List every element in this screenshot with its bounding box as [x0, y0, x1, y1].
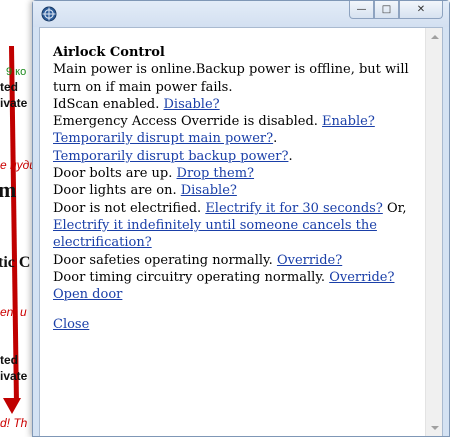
open-door-row: Open door	[53, 286, 417, 303]
safeties-row: Door safeties operating normally. Overri…	[53, 252, 417, 269]
safeties-text: Door safeties operating normally.	[53, 252, 277, 268]
electrify-row: Door is not electrified. Electrify it fo…	[53, 200, 417, 252]
bg-text-green: 9 ко	[6, 66, 27, 78]
bg-text-mid: tic C	[0, 254, 31, 271]
drop-bolts-link[interactable]: Drop them?	[177, 166, 255, 181]
bg-text-red3: d! Th	[0, 416, 28, 430]
scroll-up-button[interactable]	[426, 28, 443, 45]
disrupt-backup-power-link[interactable]: Temporarily disrupt backup power?	[53, 149, 288, 164]
disrupt-main-suffix: .	[273, 131, 278, 147]
bg-text-line2: ivate	[0, 96, 28, 110]
minimize-button[interactable]: —	[349, 1, 374, 19]
idscan-disable-link[interactable]: Disable?	[163, 97, 219, 112]
disrupt-backup-row: Temporarily disrupt backup power?.	[53, 148, 417, 165]
bg-text-red1: е пуди	[0, 158, 36, 172]
scroll-up-arrow-icon	[430, 34, 439, 39]
lights-row: Door lights are on. Disable?	[53, 182, 417, 199]
electrify-30-seconds-link[interactable]: Electrify it for 30 seconds?	[205, 201, 383, 216]
idscan-text: IdScan enabled.	[53, 96, 164, 112]
override-timing-link[interactable]: Override?	[329, 270, 394, 285]
override-safeties-link[interactable]: Override?	[277, 253, 342, 268]
disrupt-main-power-link[interactable]: Temporarily disrupt main power?	[53, 131, 273, 146]
bg-text-line1: ted	[0, 80, 18, 94]
maximize-icon: □	[381, 4, 392, 15]
red-arrow-head	[3, 398, 21, 414]
airlock-window: — □ ✕ Airlock Control Main power is onli…	[32, 0, 450, 437]
disrupt-backup-suffix: .	[288, 148, 293, 164]
app-globe-icon	[41, 6, 57, 22]
power-status-text: Main power is online.Backup power is off…	[53, 62, 409, 95]
bolts-text: Door bolts are up.	[53, 166, 177, 182]
override-enable-link[interactable]: Enable?	[322, 114, 375, 129]
electrify-indefinitely-link[interactable]: Electrify it indefinitely until someone …	[53, 218, 377, 250]
bolts-row: Door bolts are up. Drop them?	[53, 165, 417, 182]
close-icon: ✕	[416, 4, 426, 15]
override-row: Emergency Access Override is disabled. E…	[53, 113, 417, 130]
dialog-client-area: Airlock Control Main power is online.Bac…	[39, 27, 443, 436]
override-text: Emergency Access Override is disabled.	[53, 114, 323, 130]
bg-text-red2: ent u	[0, 305, 27, 319]
electrified-text: Door is not electrified.	[53, 200, 206, 216]
timing-text: Door timing circuitry operating normally…	[53, 269, 330, 285]
maximize-button[interactable]: □	[374, 1, 399, 19]
airlock-content: Airlock Control Main power is online.Bac…	[40, 28, 425, 436]
scroll-down-arrow-icon	[430, 425, 439, 430]
close-row: Close	[53, 316, 417, 333]
open-door-link[interactable]: Open door	[53, 287, 122, 302]
timing-row: Door timing circuitry operating normally…	[53, 269, 417, 286]
minimize-icon: —	[356, 4, 367, 15]
scroll-down-button[interactable]	[426, 419, 443, 436]
window-close-button[interactable]: ✕	[399, 1, 443, 19]
electrify-or-text: Or,	[382, 200, 407, 216]
window-controls: — □ ✕	[349, 1, 443, 19]
dialog-title: Airlock Control	[53, 45, 165, 60]
bg-text-line4: ivate	[0, 369, 28, 383]
title-bar[interactable]: — □ ✕	[33, 1, 449, 27]
disrupt-main-row: Temporarily disrupt main power?.	[53, 130, 417, 147]
vertical-scrollbar[interactable]	[425, 28, 442, 436]
lights-text: Door lights are on.	[53, 183, 181, 199]
idscan-row: IdScan enabled. Disable?	[53, 96, 417, 113]
bg-text-line3: ted	[0, 353, 18, 367]
close-link[interactable]: Close	[53, 317, 89, 332]
disable-lights-link[interactable]: Disable?	[181, 183, 237, 198]
bg-text-big: m	[0, 177, 17, 202]
